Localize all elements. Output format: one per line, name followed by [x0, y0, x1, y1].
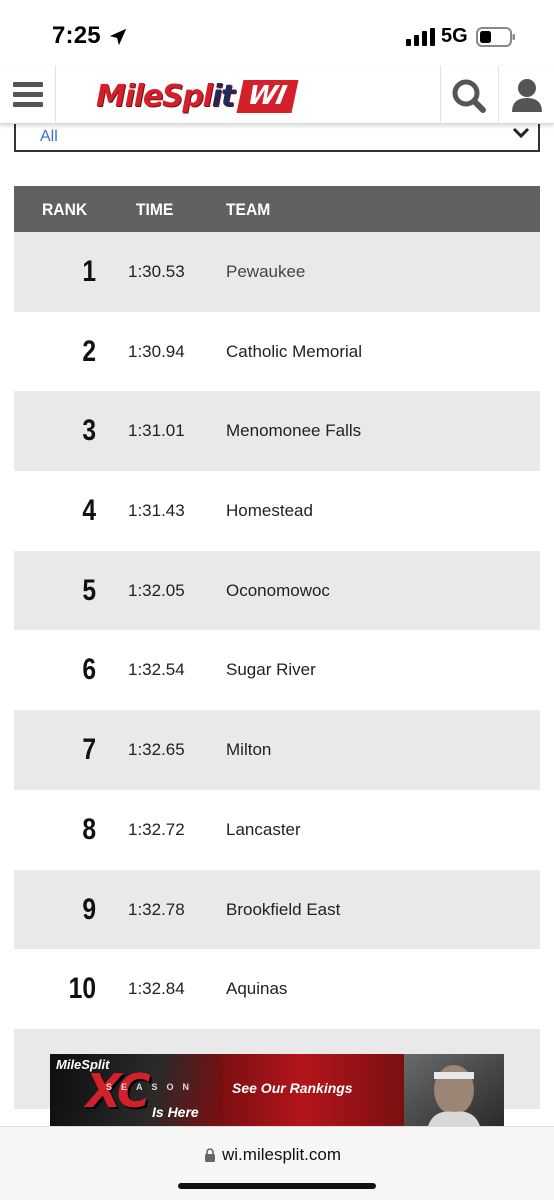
column-header-time[interactable]: TIME — [136, 200, 173, 220]
status-bar: 7:25 5G — [0, 0, 554, 66]
table-row[interactable]: 8 1:32.72 Lancaster — [14, 789, 540, 870]
user-icon — [512, 79, 542, 112]
location-arrow-icon — [109, 28, 127, 46]
rank-cell: 4 — [82, 494, 96, 528]
xc-season-ad-banner[interactable]: MileSplit XC SEASON Is Here See Our Rank… — [50, 1054, 504, 1126]
rank-cell: 6 — [82, 653, 96, 687]
table-row[interactable]: 6 1:32.54 Sugar River — [14, 630, 540, 711]
ad-cta-text[interactable]: See Our Rankings — [232, 1080, 353, 1096]
chevron-down-icon — [512, 127, 530, 139]
ad-season-text: SEASON — [106, 1082, 199, 1092]
logo-split-text: it — [211, 78, 235, 114]
logo-main-text: MileSpl — [96, 78, 213, 114]
time-cell: 1:31.01 — [128, 421, 185, 441]
team-cell[interactable]: Catholic Memorial — [226, 342, 362, 362]
battery-icon — [476, 27, 515, 47]
table-row[interactable]: 1 1:30.53 Pewaukee — [14, 232, 540, 312]
team-cell[interactable]: Lancaster — [226, 820, 301, 840]
table-row[interactable]: 9 1:32.78 Brookfield East — [14, 869, 540, 950]
user-account-button[interactable] — [498, 66, 554, 124]
time-cell: 1:32.72 — [128, 819, 185, 839]
column-header-team[interactable]: TEAM — [226, 200, 270, 220]
rank-cell: 3 — [82, 414, 96, 448]
time-cell: 1:31.43 — [128, 501, 185, 521]
home-indicator[interactable] — [178, 1183, 376, 1189]
signal-bars-icon — [406, 28, 435, 46]
table-row[interactable]: 3 1:31.01 Menomonee Falls — [14, 391, 540, 472]
table-row[interactable]: 2 1:30.94 Catholic Memorial — [14, 311, 540, 392]
team-cell[interactable]: Milton — [226, 740, 271, 760]
logo-region-badge: WI — [236, 79, 299, 113]
rankings-table: RANK TIME TEAM 1 1:30.53 Pewaukee 2 1:30… — [14, 186, 540, 1109]
time-cell: 1:30.53 — [128, 262, 185, 281]
table-row[interactable]: 5 1:32.05 Oconomowoc — [14, 550, 540, 631]
time-cell: 1:32.05 — [128, 580, 185, 600]
team-cell[interactable]: Oconomowoc — [226, 581, 330, 601]
team-cell[interactable]: Brookfield East — [226, 900, 340, 920]
table-row[interactable]: 7 1:32.65 Milton — [14, 710, 540, 790]
lock-icon — [205, 1148, 215, 1162]
hamburger-menu-button[interactable] — [0, 66, 56, 124]
table-row[interactable]: 10 1:32.84 Aquinas — [14, 949, 540, 1029]
table-header: RANK TIME TEAM — [14, 186, 540, 232]
team-cell[interactable]: Aquinas — [226, 979, 287, 999]
team-cell[interactable]: Sugar River — [226, 660, 316, 680]
team-cell[interactable]: Pewaukee — [226, 262, 305, 282]
rank-cell: 7 — [82, 733, 96, 767]
time-cell: 1:32.84 — [128, 979, 185, 999]
ad-tagline: Is Here — [152, 1104, 199, 1120]
browser-url-bar[interactable]: wi.milesplit.com — [0, 1126, 554, 1200]
milesplit-logo[interactable]: MileSplit WI — [96, 76, 299, 116]
team-cell[interactable]: Menomonee Falls — [226, 421, 361, 441]
rank-cell: 8 — [82, 812, 96, 846]
team-cell[interactable]: Homestead — [226, 501, 313, 521]
rank-cell: 9 — [82, 892, 96, 926]
url-text[interactable]: wi.milesplit.com — [222, 1145, 341, 1165]
site-header: MileSplit WI — [0, 66, 554, 124]
filter-selected-value: All — [40, 128, 58, 145]
search-button[interactable] — [440, 66, 496, 124]
column-header-rank[interactable]: RANK — [42, 200, 87, 220]
time-cell: 1:32.65 — [128, 740, 185, 760]
time-cell: 1:32.54 — [128, 660, 185, 680]
search-icon — [452, 79, 486, 113]
time-cell: 1:32.78 — [128, 899, 185, 919]
network-type: 5G — [441, 25, 468, 47]
runner-photo — [404, 1054, 504, 1126]
status-time: 7:25 — [52, 22, 101, 49]
rank-cell: 1 — [82, 255, 96, 288]
rank-cell: 10 — [68, 972, 96, 1006]
rank-cell: 5 — [82, 573, 96, 607]
time-cell: 1:30.94 — [128, 341, 185, 361]
rank-cell: 2 — [82, 334, 96, 368]
table-row[interactable]: 4 1:31.43 Homestead — [14, 471, 540, 551]
